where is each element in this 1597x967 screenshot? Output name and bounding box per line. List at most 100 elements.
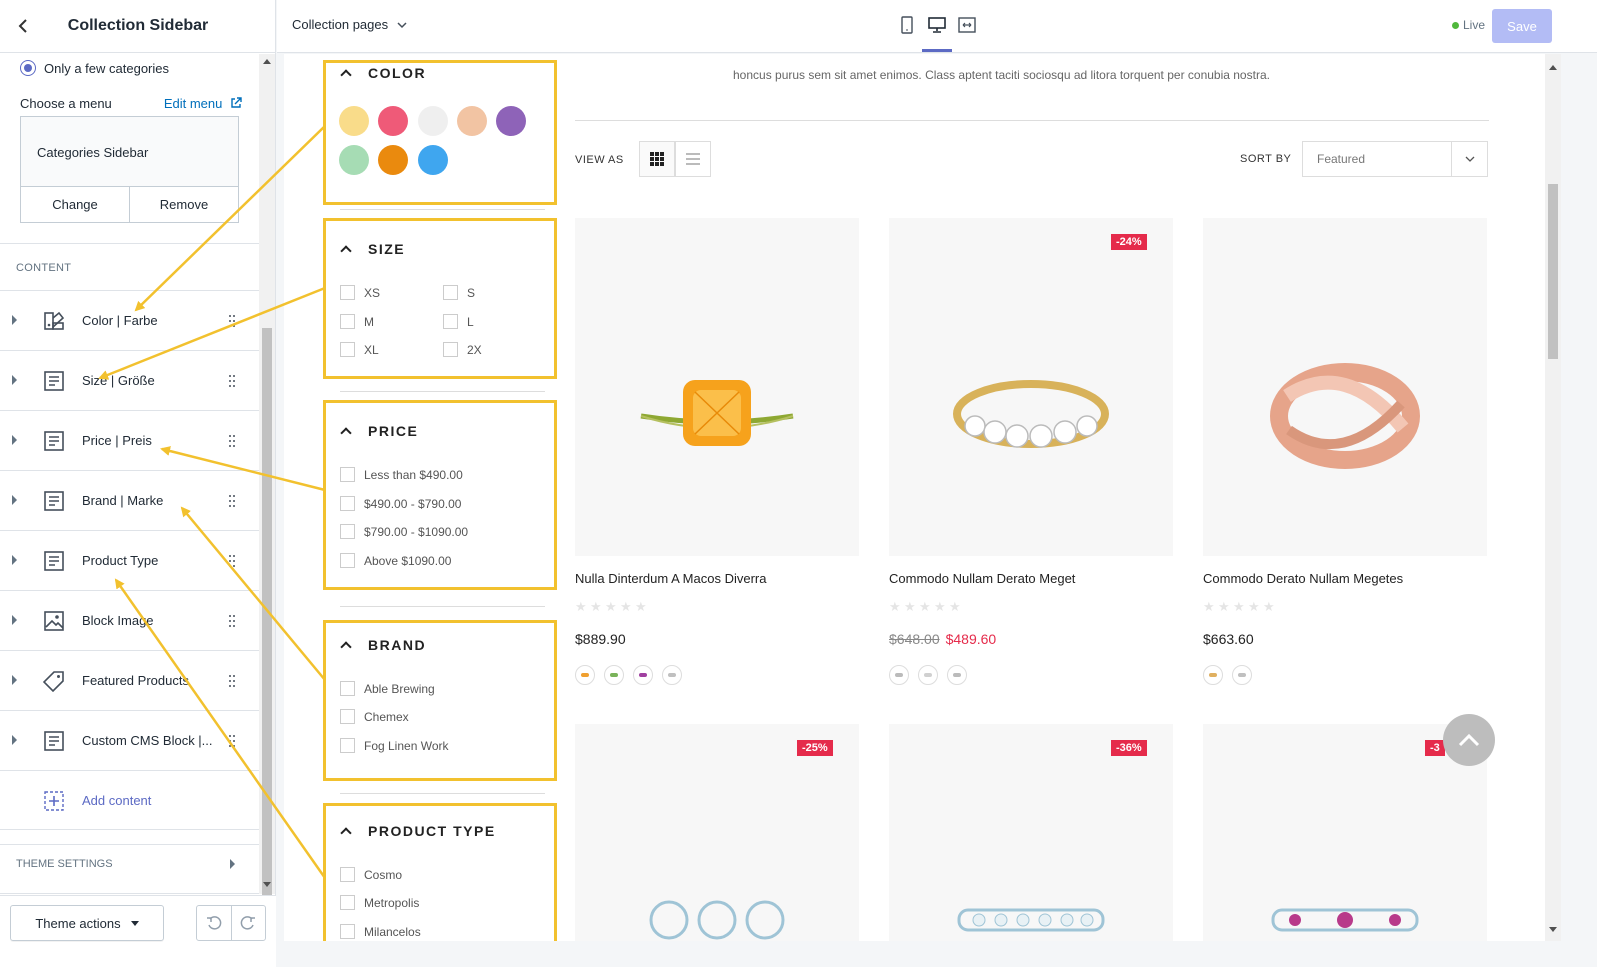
expand-caret-icon[interactable] [12,555,17,565]
size-option[interactable]: M [340,314,374,329]
size-option[interactable]: L [443,314,474,329]
variant-swatch[interactable] [918,665,938,685]
scrollbar-thumb[interactable] [1548,184,1558,359]
fullscreen-view-button[interactable] [957,14,977,36]
list-view-button[interactable] [675,141,711,177]
swatch-6[interactable] [378,145,408,175]
product-image[interactable] [575,218,859,556]
block-item-color[interactable]: Color | Farbe [0,290,262,350]
block-item-block-image[interactable]: Block Image [0,590,262,650]
drag-handle-icon[interactable] [229,674,235,688]
undo-button[interactable] [197,906,231,940]
theme-actions-button[interactable]: Theme actions [10,905,164,941]
variant-swatch[interactable] [575,665,595,685]
expand-caret-icon[interactable] [12,315,17,325]
block-item-size[interactable]: Size | Größe [0,350,262,410]
expand-caret-icon[interactable] [12,615,17,625]
product-name[interactable]: Commodo Nullam Derato Meget [889,571,1075,586]
product-image[interactable]: -3 [1203,724,1487,941]
block-item-brand[interactable]: Brand | Marke [0,470,262,530]
product-image[interactable]: -25% [575,724,859,941]
only-few-categories-radio[interactable]: Only a few categories [20,60,169,76]
drag-handle-icon[interactable] [229,434,235,448]
drag-handle-icon[interactable] [229,554,235,568]
block-item-product-type[interactable]: Product Type [0,530,262,590]
variant-swatch[interactable] [1232,665,1252,685]
filter-brand-header[interactable]: BRAND [340,637,426,653]
expand-caret-icon[interactable] [12,495,17,505]
swatch-4[interactable] [496,106,526,136]
desktop-view-button[interactable] [927,14,947,36]
swatch-7[interactable] [418,145,448,175]
swatch-2[interactable] [418,106,448,136]
drag-handle-icon[interactable] [229,314,235,328]
drag-handle-icon[interactable] [229,494,235,508]
filter-product-type-header[interactable]: PRODUCT TYPE [340,823,496,839]
variant-swatch[interactable] [633,665,653,685]
brand-option[interactable]: Chemex [340,709,409,724]
brand-option[interactable]: Fog Linen Work [340,738,449,753]
product-image[interactable] [1203,218,1487,556]
block-item-featured-products[interactable]: Featured Products [0,650,262,710]
swatch-0[interactable] [339,106,369,136]
expand-caret-icon[interactable] [12,735,17,745]
scroll-down-icon[interactable] [263,882,271,888]
swatch-3[interactable] [457,106,487,136]
expand-caret-icon[interactable] [12,435,17,445]
price-value: $889.90 [575,631,626,647]
product-name[interactable]: Commodo Derato Nullam Megetes [1203,571,1403,586]
drag-handle-icon[interactable] [229,614,235,628]
filter-size-header[interactable]: SIZE [340,241,406,257]
price-option[interactable]: Less than $490.00 [340,467,463,482]
scroll-up-icon[interactable] [1549,64,1557,70]
scroll-up-icon[interactable] [263,58,271,64]
back-to-top-button[interactable] [1443,714,1495,766]
price-option[interactable]: $490.00 - $790.00 [340,496,461,511]
sidebar-scrollbar[interactable] [259,54,275,928]
collection-pages-select[interactable]: Collection pages [292,17,407,32]
variant-swatch[interactable] [889,665,909,685]
filter-price-header[interactable]: PRICE [340,423,418,439]
sort-select[interactable]: Featured [1302,141,1488,177]
remove-menu-button[interactable]: Remove [129,187,238,222]
swatch-1[interactable] [378,106,408,136]
back-arrow-icon[interactable] [14,16,34,36]
size-option[interactable]: XS [340,285,380,300]
block-item-price[interactable]: Price | Preis [0,410,262,470]
product-type-option[interactable]: Cosmo [340,867,402,882]
variant-swatch[interactable] [947,665,967,685]
edit-menu-link[interactable]: Edit menu [164,96,242,111]
expand-caret-icon[interactable] [12,375,17,385]
variant-swatch[interactable] [1203,665,1223,685]
product-type-option[interactable]: Milancelos [340,924,421,939]
mobile-view-button[interactable] [897,14,917,36]
preview-scrollbar[interactable] [1545,54,1561,941]
size-option[interactable]: 2X [443,342,482,357]
block-item-custom-cms[interactable]: Custom CMS Block |... [0,710,262,770]
product-name[interactable]: Nulla Dinterdum A Macos Diverra [575,571,766,586]
brand-option[interactable]: Able Brewing [340,681,435,696]
save-button[interactable]: Save [1492,9,1552,43]
drag-handle-icon[interactable] [229,734,235,748]
scroll-down-icon[interactable] [1549,927,1557,933]
swatch-5[interactable] [339,145,369,175]
change-menu-button[interactable]: Change [21,187,129,222]
product-type-option[interactable]: Metropolis [340,895,419,910]
size-option[interactable]: XL [340,342,379,357]
size-option[interactable]: S [443,285,475,300]
price-option[interactable]: Above $1090.00 [340,553,451,568]
redo-button[interactable] [230,906,266,940]
product-image[interactable]: -24% [889,218,1173,556]
scrollbar-thumb[interactable] [262,328,272,928]
drag-handle-icon[interactable] [229,374,235,388]
variant-swatch[interactable] [662,665,682,685]
add-content-button[interactable]: Add content [0,770,262,830]
product-image[interactable]: -36% [889,724,1173,941]
expand-caret-icon[interactable] [12,675,17,685]
variant-swatch[interactable] [604,665,624,685]
theme-settings-row[interactable]: THEME SETTINGS [0,844,262,894]
grid-view-button[interactable] [639,141,675,177]
filter-title: SIZE [368,241,406,257]
price-option[interactable]: $790.00 - $1090.00 [340,524,468,539]
filter-color-header[interactable]: COLOR [340,65,426,81]
